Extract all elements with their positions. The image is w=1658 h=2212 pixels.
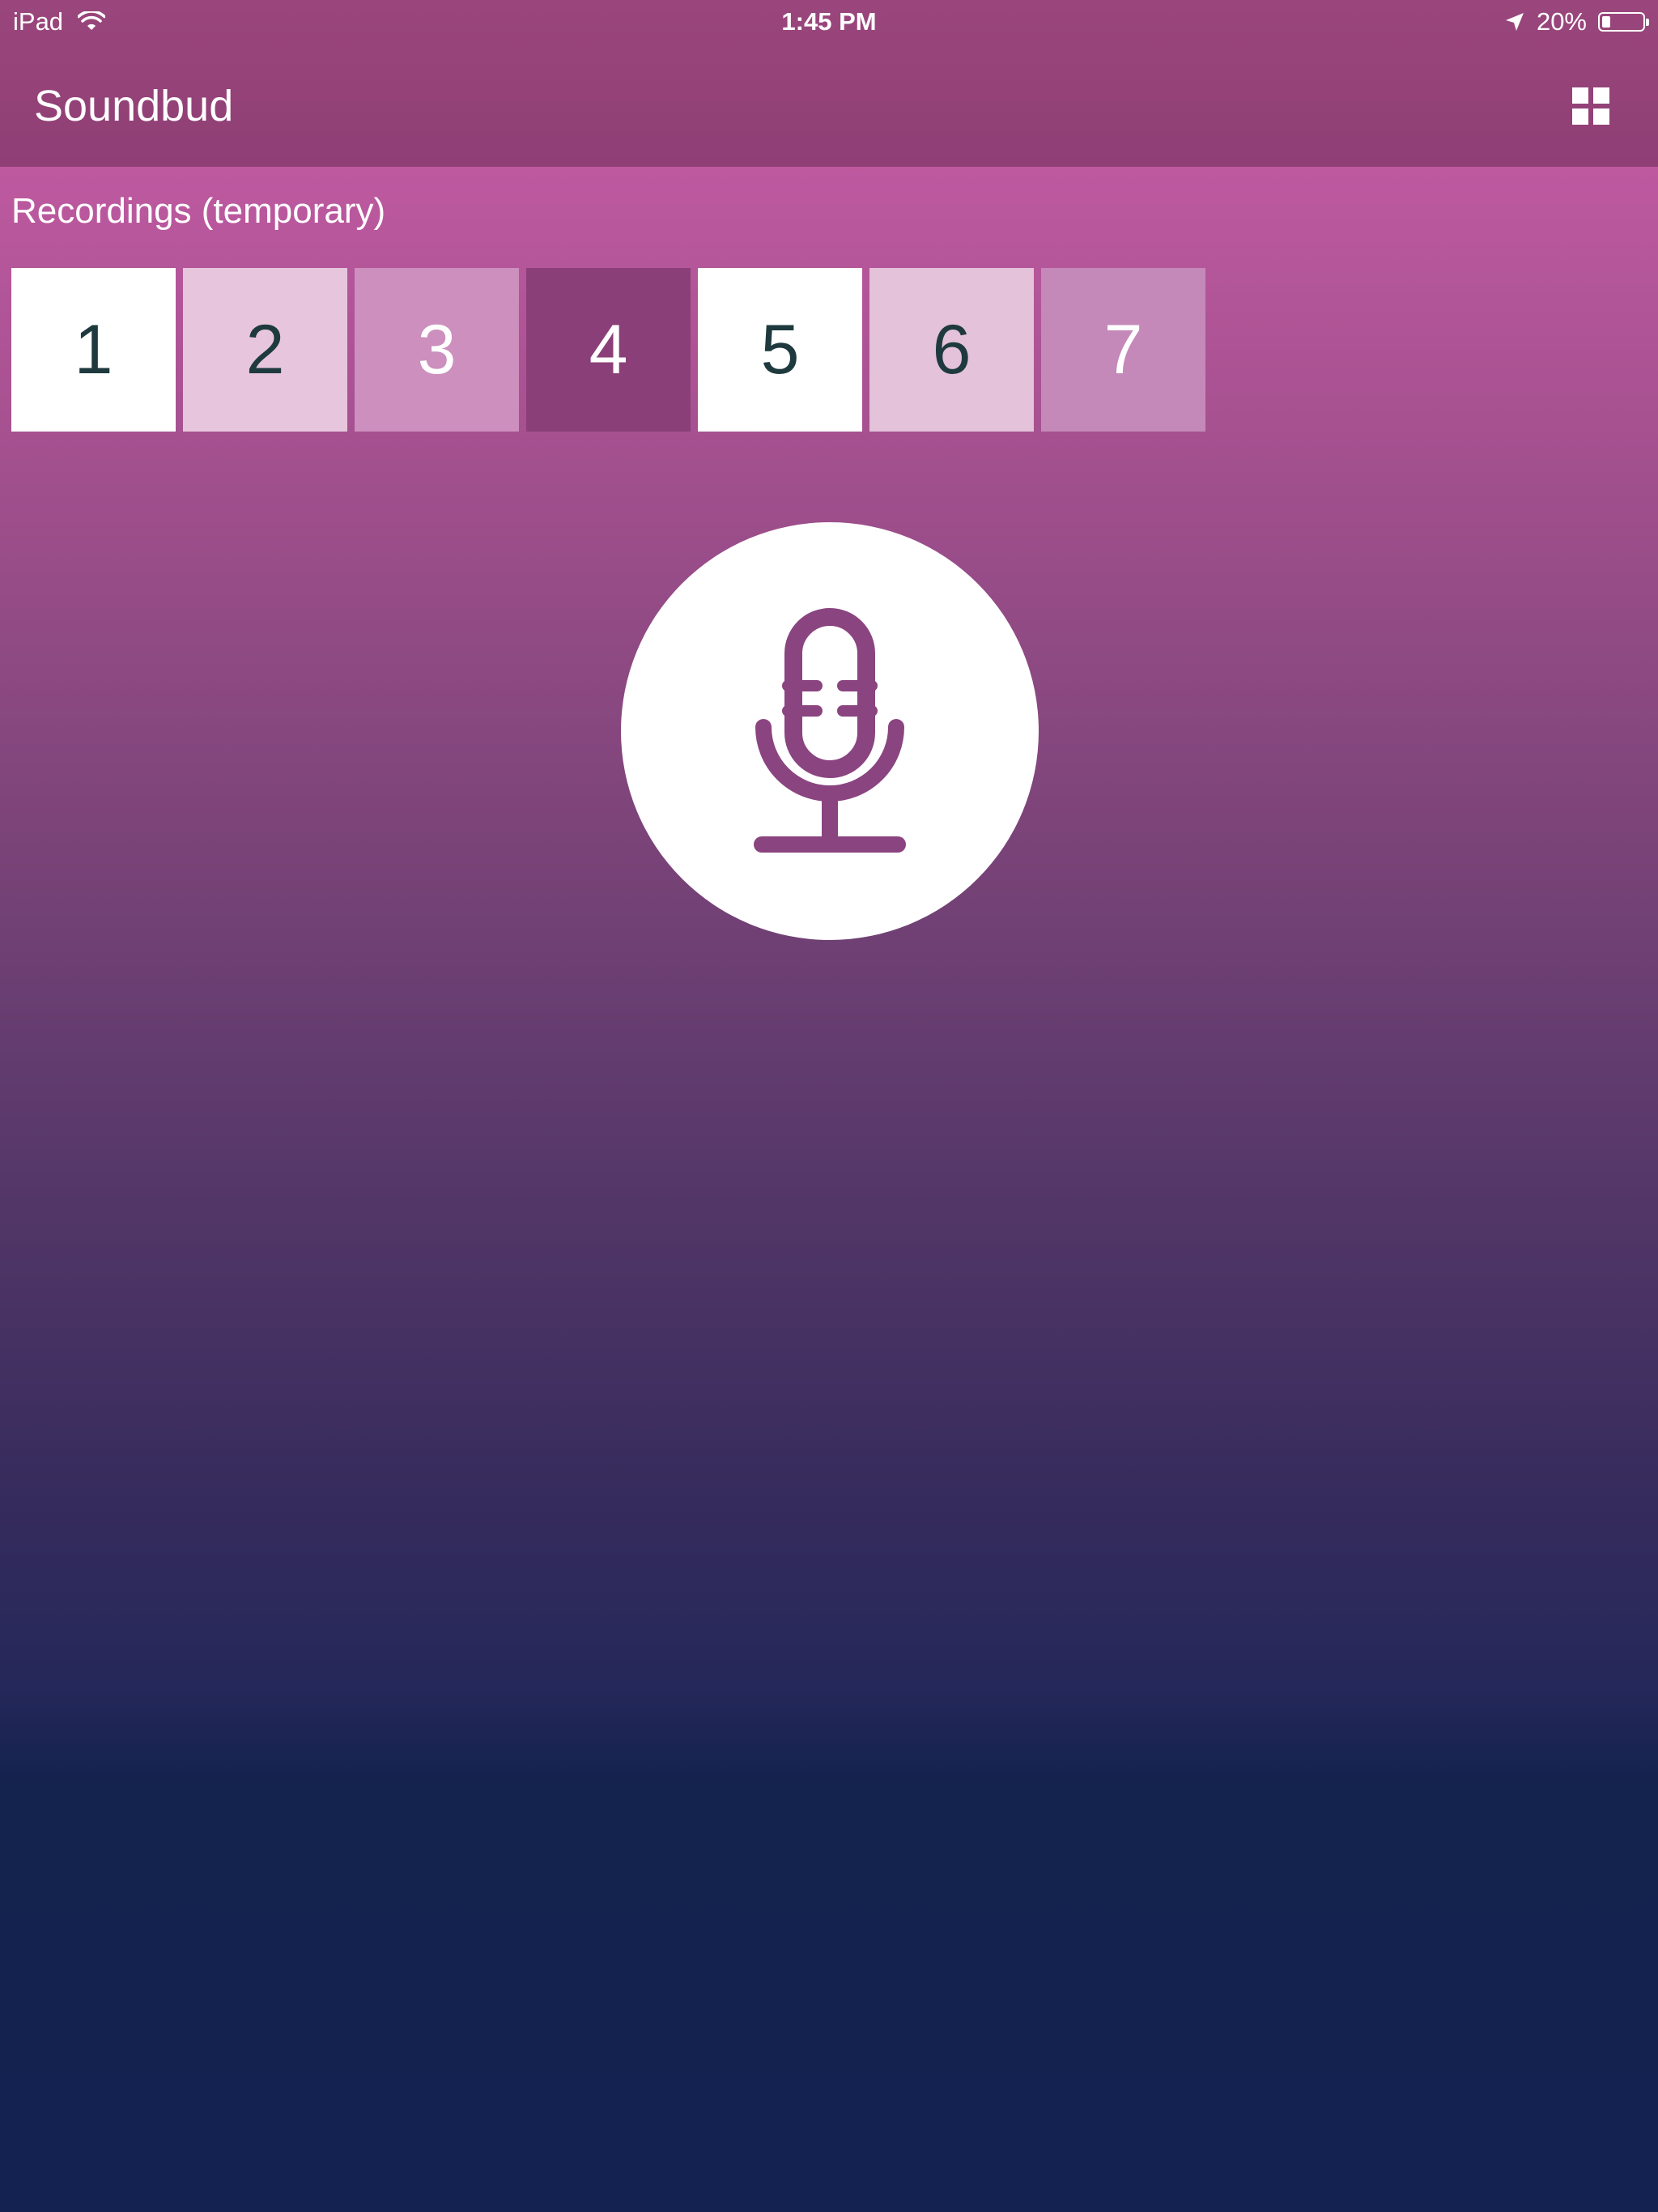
battery-nub (1646, 19, 1649, 26)
grid-icon-cell (1593, 87, 1609, 104)
recording-tile-5[interactable]: 5 (698, 268, 862, 432)
status-right: 20% (1504, 7, 1649, 36)
battery-icon (1598, 12, 1649, 32)
recordings-title: Recordings (temporary) (11, 191, 386, 231)
nav-bar: Soundbud (0, 45, 1658, 167)
recording-tile-1[interactable]: 1 (11, 268, 176, 432)
recording-tile-4[interactable]: 4 (526, 268, 691, 432)
recording-tile-6[interactable]: 6 (869, 268, 1034, 432)
recording-tile-7[interactable]: 7 (1041, 268, 1205, 432)
status-bar: iPad 1:45 PM 20% (0, 0, 1658, 45)
recordings-list: 1234567 (11, 268, 1205, 432)
battery-percent: 20% (1536, 7, 1587, 36)
battery-fill (1602, 16, 1610, 28)
recording-tile-3[interactable]: 3 (355, 268, 519, 432)
record-button[interactable] (621, 522, 1039, 940)
app-title: Soundbud (34, 82, 234, 130)
microphone-icon (754, 608, 906, 853)
recording-tile-2[interactable]: 2 (183, 268, 347, 432)
status-time: 1:45 PM (781, 7, 877, 36)
grid-view-button[interactable] (1572, 87, 1611, 126)
grid-icon-cell (1593, 108, 1609, 125)
grid-icon-cell (1572, 108, 1588, 125)
location-arrow-icon (1505, 13, 1524, 31)
grid-icon-cell (1572, 87, 1588, 104)
